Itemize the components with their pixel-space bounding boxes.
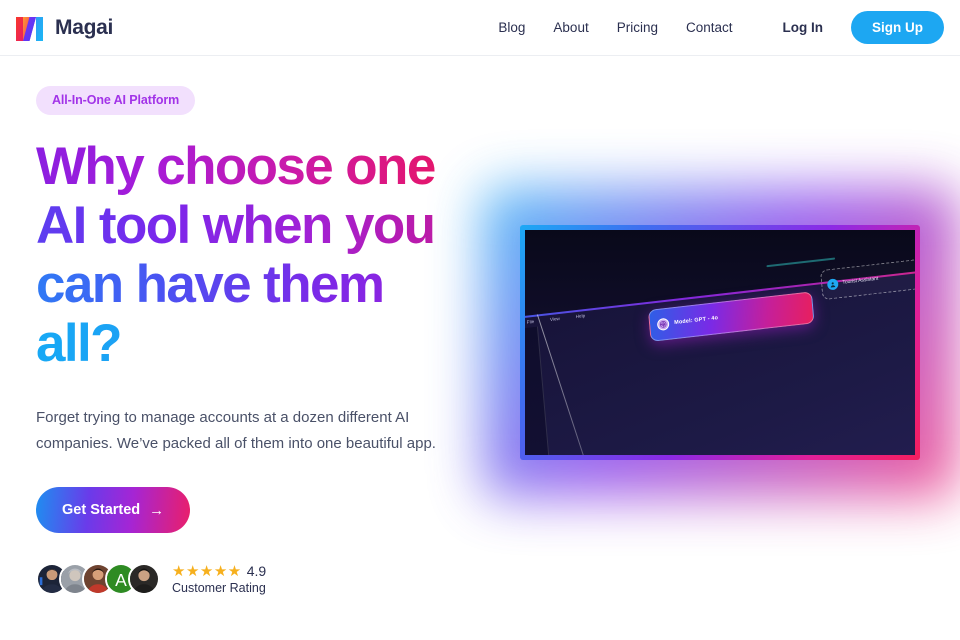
nav-item-pricing[interactable]: Pricing xyxy=(603,14,672,41)
app-assistant-label: Tourist Assistant xyxy=(841,275,879,286)
headline-line-4: all? xyxy=(36,314,456,373)
rating-label: Customer Rating xyxy=(172,580,266,595)
rating-score: 4.9 xyxy=(246,563,267,579)
app-menu-view[interactable]: View xyxy=(550,316,560,322)
page-title: Why choose one AI tool when you can have… xyxy=(36,137,456,373)
hero-content: All-In-One AI Platform Why choose one AI… xyxy=(36,86,456,595)
app-perspective-layer: File View Help New Chat Docs Image Promp… xyxy=(525,230,915,455)
avatar-user-5 xyxy=(128,563,160,595)
brand-name: Magai xyxy=(55,15,114,39)
app-menu-help[interactable]: Help xyxy=(575,313,585,319)
headline-line-2: AI tool when you xyxy=(36,196,456,255)
nav-item-blog[interactable]: Blog xyxy=(484,14,539,41)
nav-item-contact[interactable]: Contact xyxy=(672,14,747,41)
app-menu-file[interactable]: File xyxy=(526,319,534,325)
social-proof: A ★★★★★ 4.9 Customer Rating xyxy=(36,563,456,595)
landing-page: Magai Blog About Pricing Contact Log In … xyxy=(0,0,960,640)
stars-row: ★★★★★ 4.9 xyxy=(172,564,266,579)
avatar-group: A xyxy=(36,563,160,595)
headline-line-3: can have them xyxy=(36,255,456,314)
app-model-label: Model: GPT - 4o xyxy=(673,314,719,326)
magai-m-logo-icon xyxy=(16,14,43,42)
hero-badge: All-In-One AI Platform xyxy=(36,86,196,115)
app-accent-bar xyxy=(766,257,836,267)
openai-icon xyxy=(656,316,670,331)
get-started-button[interactable]: Get Started → xyxy=(36,487,191,533)
main-nav: Blog About Pricing Contact Log In Sign U… xyxy=(484,11,944,44)
login-link[interactable]: Log In xyxy=(769,14,838,41)
svg-text:A: A xyxy=(115,570,127,590)
app-screen: File View Help New Chat Docs Image Promp… xyxy=(525,230,915,455)
user-circle-icon xyxy=(826,277,839,290)
nav-item-about[interactable]: About xyxy=(539,14,602,41)
hero-app-screenshot: File View Help New Chat Docs Image Promp… xyxy=(482,187,958,498)
hero-description: Forget trying to manage accounts at a do… xyxy=(36,409,436,452)
brand-logo[interactable]: Magai xyxy=(16,14,113,42)
star-rating-icon: ★★★★★ xyxy=(172,562,242,580)
get-started-label: Get Started xyxy=(62,502,141,518)
hero-frame: File View Help New Chat Docs Image Promp… xyxy=(520,225,920,460)
headline-line-1: Why choose one xyxy=(36,137,456,196)
arrow-right-icon: → xyxy=(149,501,165,519)
signup-button[interactable]: Sign Up xyxy=(851,11,944,44)
site-header: Magai Blog About Pricing Contact Log In … xyxy=(0,0,960,56)
rating-block: ★★★★★ 4.9 Customer Rating xyxy=(172,564,266,595)
